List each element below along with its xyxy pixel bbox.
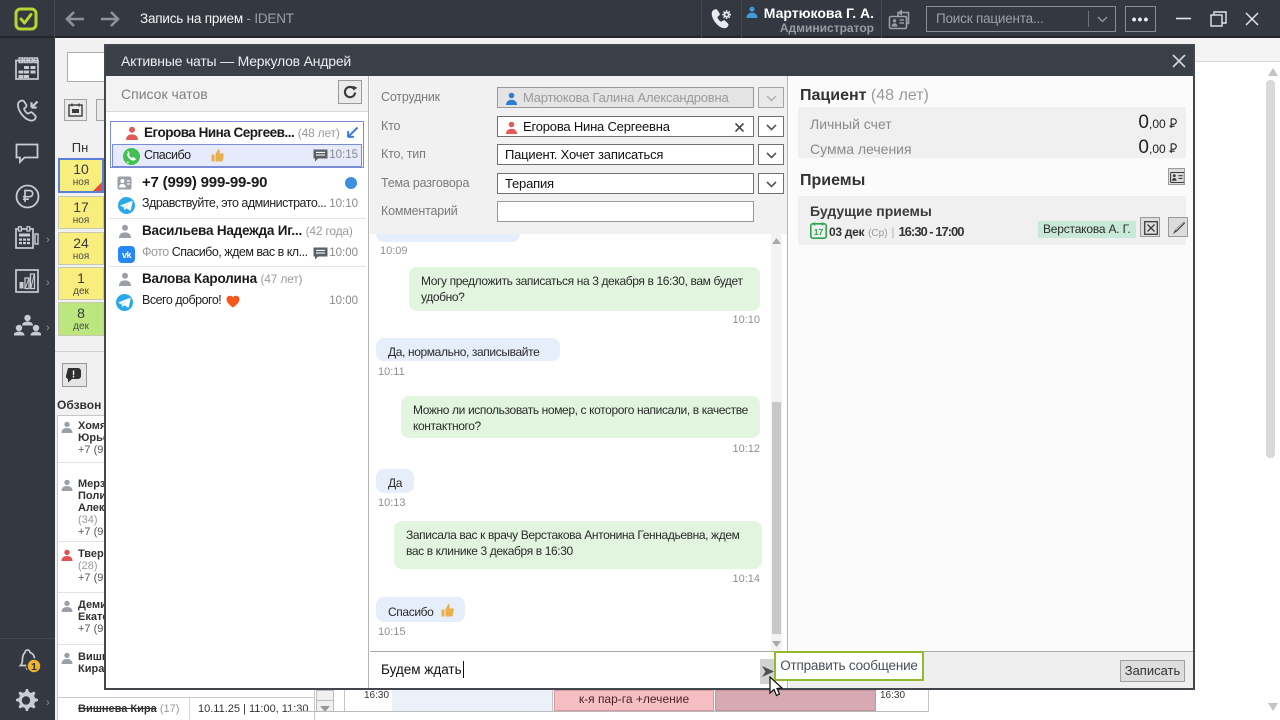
svg-text:!: ! — [72, 370, 75, 381]
svg-text:1: 1 — [31, 661, 37, 673]
svg-text:17: 17 — [814, 227, 824, 237]
svg-text:vk: vk — [122, 250, 133, 260]
